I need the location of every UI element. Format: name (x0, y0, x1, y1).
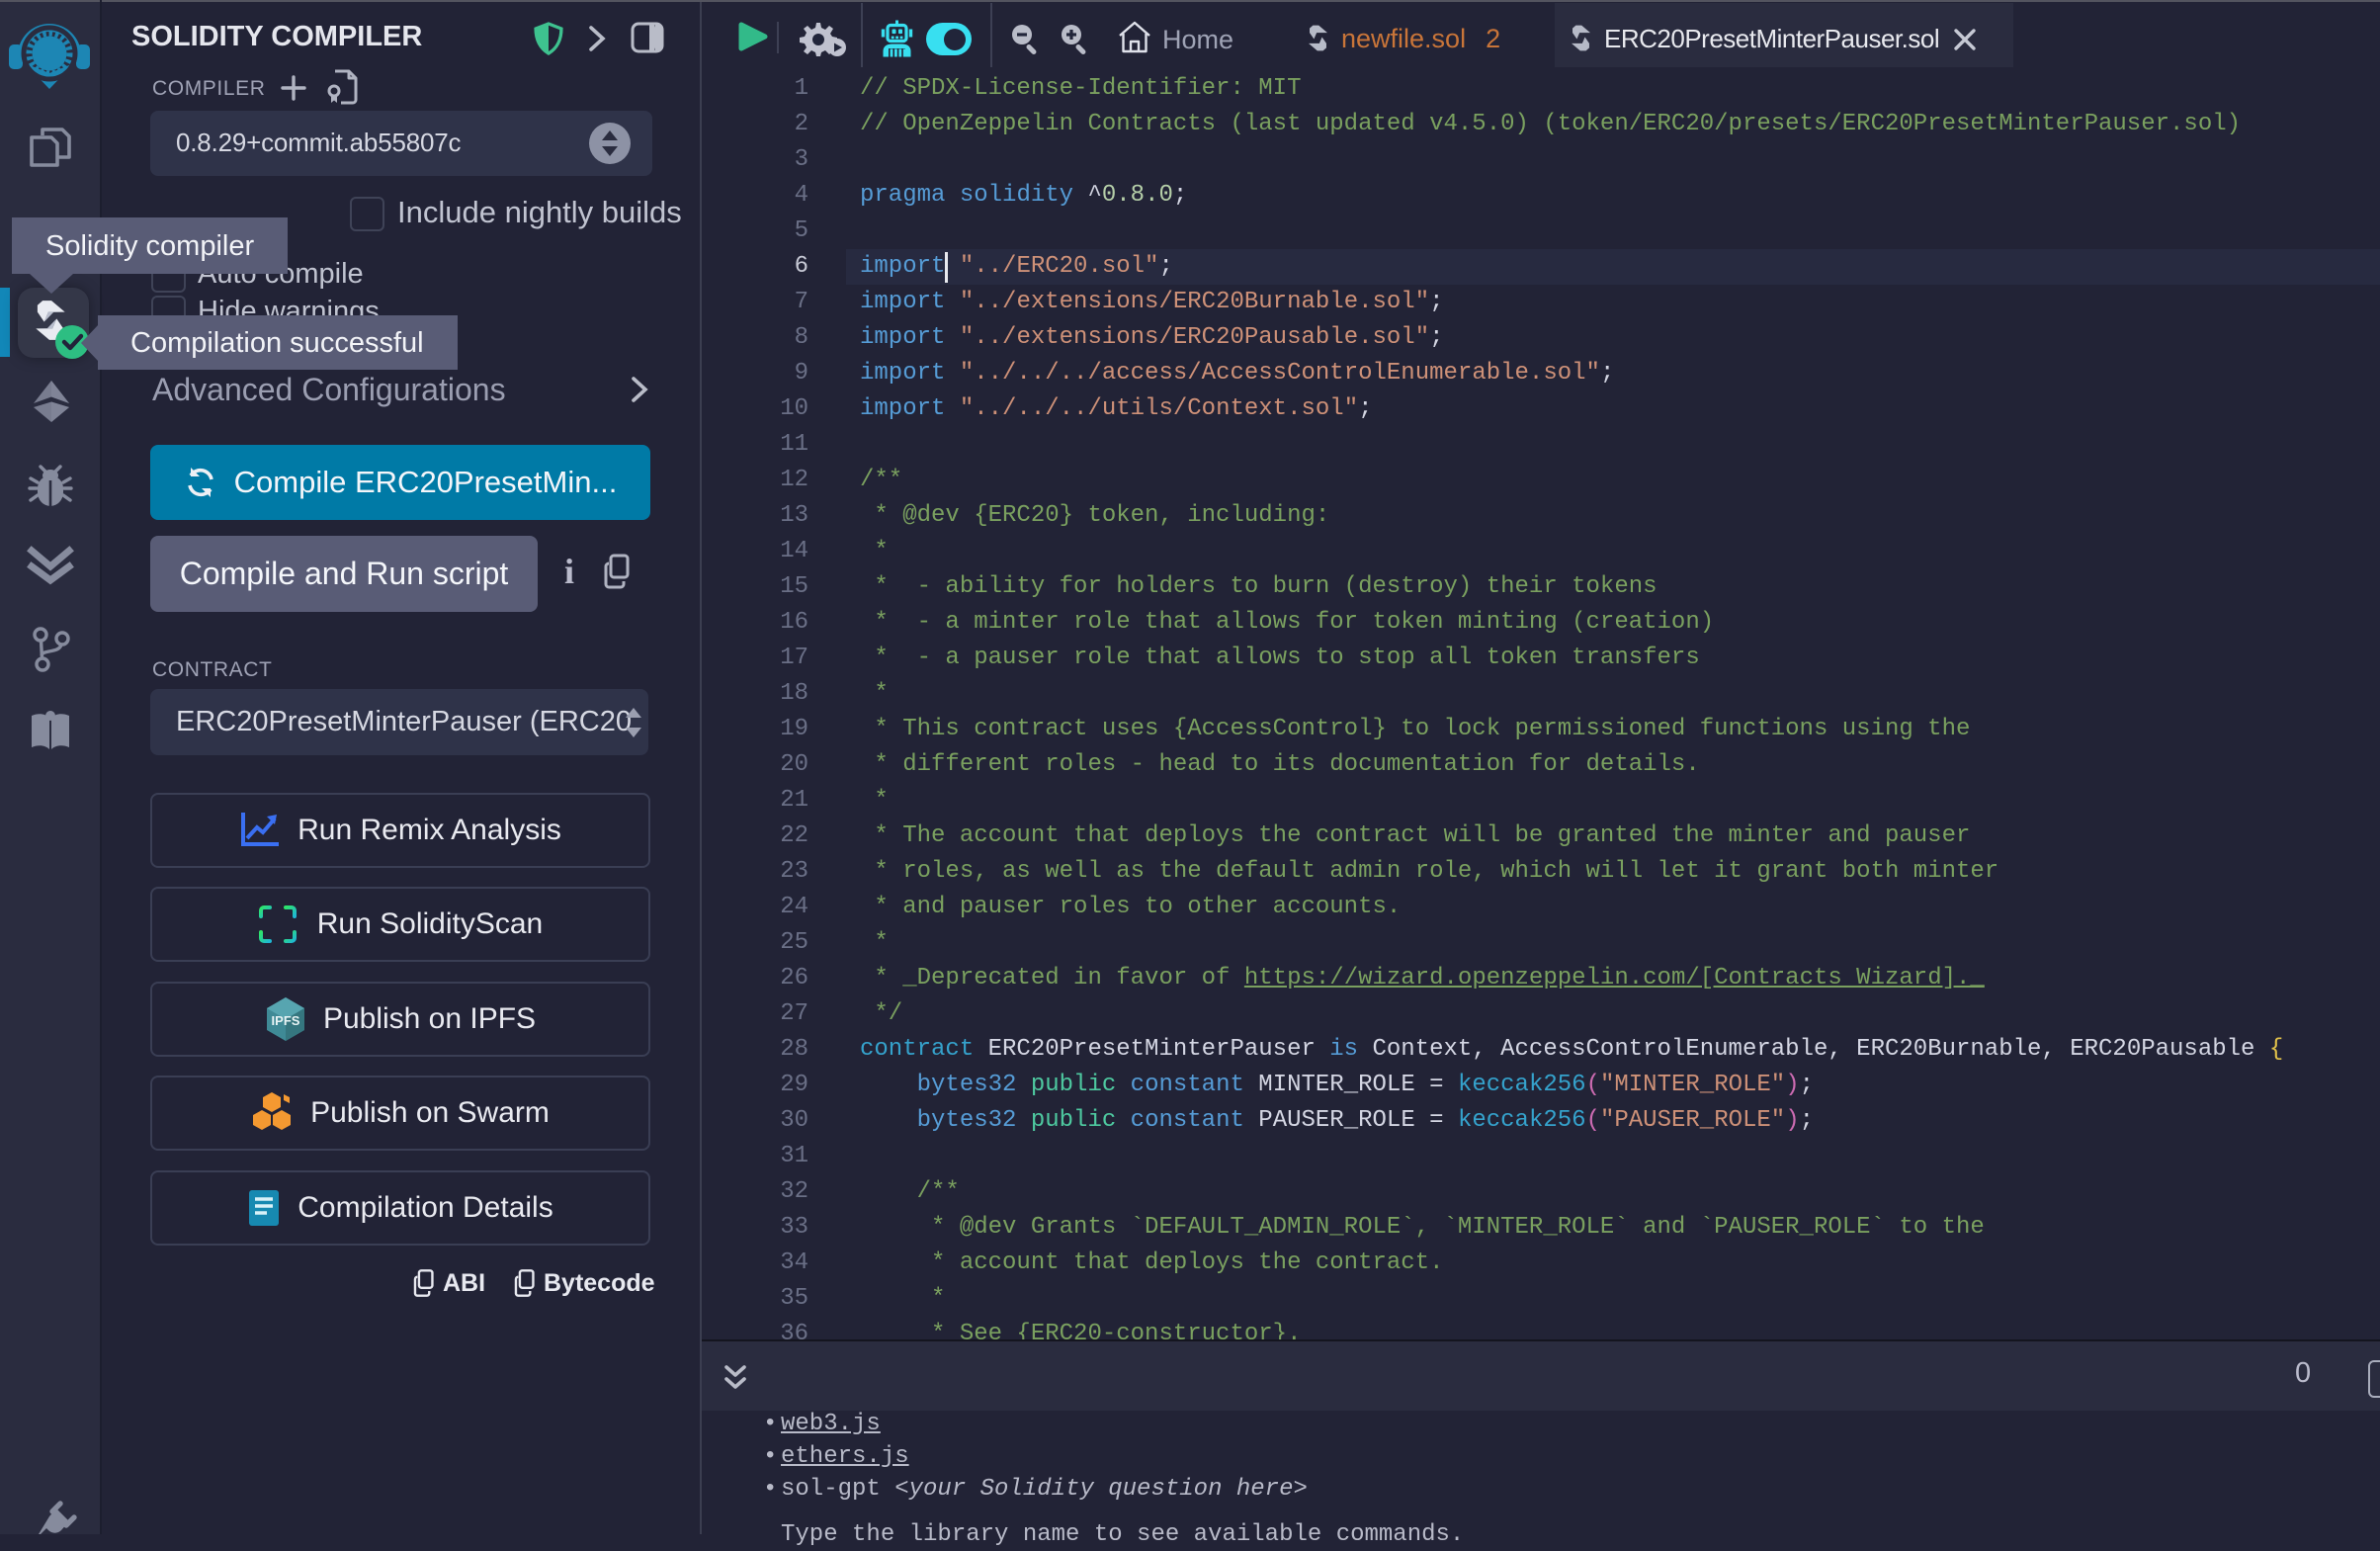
svg-text:IPFS: IPFS (271, 1013, 299, 1028)
